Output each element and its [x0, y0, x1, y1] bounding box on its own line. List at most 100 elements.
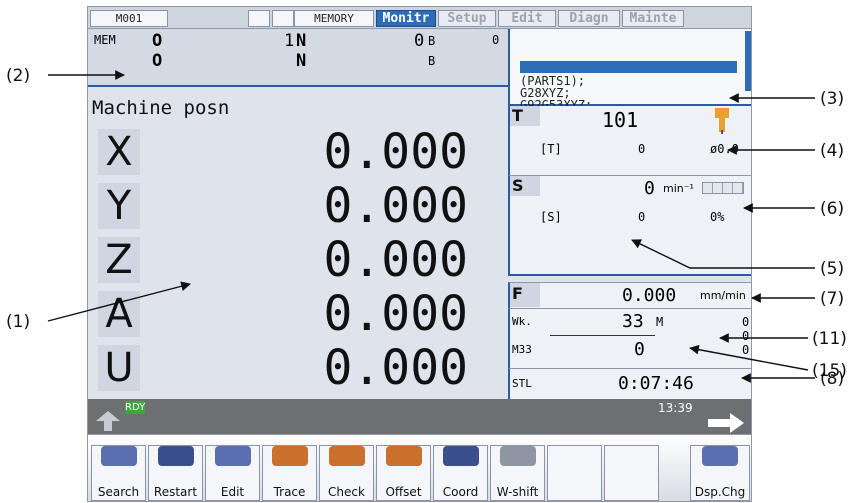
n-label-bottom: N: [296, 51, 307, 71]
callout-1: (1): [6, 312, 31, 332]
tab-mainte[interactable]: Mainte: [622, 10, 684, 27]
trace-icon: [271, 446, 308, 466]
stl-time: 0:07:46: [618, 373, 694, 394]
m-code-label: M33: [512, 343, 532, 356]
position-title: Machine posn: [92, 97, 230, 119]
status-bar: RDY 13:39: [88, 399, 751, 434]
callout-8: (8): [820, 369, 845, 389]
m-list-1: 0: [742, 315, 750, 329]
tool-label: T: [510, 106, 540, 126]
feed-panel: F 0.000 mm/min: [508, 282, 751, 309]
callout-2: (2): [6, 66, 31, 86]
axis-label-u: U: [98, 345, 140, 391]
program-buffer-panel: (PARTS1); G28XYZ; G92G53XYZ;: [508, 29, 751, 112]
ready-indicator: RDY: [125, 401, 146, 414]
callout-5: (5): [820, 259, 845, 279]
coord-key[interactable]: Coord: [433, 445, 488, 501]
o-label-bottom: O: [152, 51, 163, 71]
tab-bar: M001 MEMORY Monitr Setup Edit Diagn Main…: [88, 7, 751, 29]
tool-diameter: ø0.0: [710, 142, 739, 156]
wk-divider: [550, 335, 655, 336]
m-label: M: [656, 315, 664, 329]
tool-icon: [715, 108, 729, 134]
m-list-3: 0: [742, 343, 750, 357]
edit-key[interactable]: Edit: [205, 445, 260, 501]
coord-icon: [442, 446, 479, 466]
spindle-label: S: [510, 176, 540, 196]
restart-key[interactable]: Restart: [148, 445, 203, 501]
tool-sub-label: [T]: [540, 142, 562, 156]
n-number-top: 0: [414, 31, 425, 51]
tool-sub-value: 0: [638, 142, 646, 156]
tab-edit[interactable]: Edit: [498, 10, 556, 27]
o-label-top: O: [152, 31, 163, 51]
restart-key-label: Restart: [153, 485, 198, 499]
coord-key-label: Coord: [442, 485, 479, 499]
function-key-bar: Search Restart Edit Trace Check Offset C…: [88, 434, 751, 501]
search-key[interactable]: Search: [91, 445, 146, 501]
search-key-label: Search: [97, 485, 140, 499]
back-arrow-icon[interactable]: [94, 411, 122, 433]
check-key[interactable]: Check: [319, 445, 374, 501]
axis-label-x: X: [98, 129, 140, 175]
callout-6: (6): [820, 199, 845, 219]
spindle-load-percent: 0%: [710, 210, 725, 224]
edit-icon: [214, 446, 251, 466]
stl-label: STL: [512, 377, 532, 390]
feed-label: F: [510, 283, 540, 307]
tab-diagn[interactable]: Diagn: [558, 10, 620, 27]
axis-label-z: Z: [98, 237, 140, 283]
tab-setup[interactable]: Setup: [438, 10, 496, 27]
edit-key-label: Edit: [220, 485, 245, 499]
w-shift-icon: [499, 446, 536, 466]
spindle-panel: S 0 min⁻¹ [S] 0 0%: [508, 176, 751, 276]
mode-indicator: MEMORY: [294, 10, 374, 27]
tool-panel: T 101 [T] 0 ø0.0: [508, 106, 751, 176]
axis-value-a: 0.000: [323, 286, 469, 342]
trace-key-label: Trace: [273, 485, 306, 499]
next-menu-arrow-icon[interactable]: [708, 413, 744, 433]
w-shift-key[interactable]: W-shift: [490, 445, 545, 501]
m-code-value: 0: [634, 339, 645, 360]
callout-4: (4): [820, 141, 845, 161]
display-change-key[interactable]: Dsp.Chg: [690, 445, 750, 501]
w-shift-key-label: W-shift: [496, 485, 539, 499]
check-key-label: Check: [328, 485, 365, 499]
display-change-icon: [702, 446, 738, 466]
axis-label-y: Y: [98, 183, 140, 229]
spindle-sub-label: [S]: [540, 210, 562, 224]
restart-icon: [157, 446, 194, 466]
program-scrollbar[interactable]: [745, 31, 751, 91]
cycle-time-panel: STL 0:07:46: [508, 369, 751, 399]
check-icon: [328, 446, 365, 466]
b-number-top: 0: [492, 33, 500, 47]
callout-11: (11): [812, 329, 847, 349]
program-status-panel: MEM O 1 N 0 B 0 O N B: [88, 29, 508, 87]
spindle-speed: 0: [644, 178, 655, 199]
trace-key[interactable]: Trace: [262, 445, 317, 501]
o-number-top: 1: [284, 31, 295, 51]
axis-value-x: 0.000: [323, 124, 469, 180]
spindle-load-meter: [702, 182, 744, 194]
empty-key-1[interactable]: [547, 445, 602, 501]
blank-indicator-2: [272, 10, 294, 27]
offset-icon: [385, 446, 422, 466]
clock: 13:39: [658, 401, 693, 415]
blank-indicator-1: [248, 10, 270, 27]
axis-value-u: 0.000: [323, 340, 469, 396]
callout-7: (7): [820, 289, 845, 309]
empty-key-2[interactable]: [604, 445, 659, 501]
axis-value-y: 0.000: [323, 178, 469, 234]
axis-label-a: A: [98, 291, 140, 337]
offset-key[interactable]: Offset: [376, 445, 431, 501]
search-icon: [100, 446, 137, 466]
wk-value: 33: [622, 311, 644, 332]
tool-number: 101: [602, 108, 639, 132]
feed-unit: mm/min: [700, 289, 746, 302]
tab-monitor[interactable]: Monitr: [376, 10, 436, 27]
axis-value-z: 0.000: [323, 232, 469, 288]
mem-mode-label: MEM: [94, 33, 116, 47]
b-label-bottom: B: [428, 54, 436, 68]
wk-label: Wk.: [512, 315, 532, 328]
display-change-key-label: Dsp.Chg: [694, 485, 746, 499]
